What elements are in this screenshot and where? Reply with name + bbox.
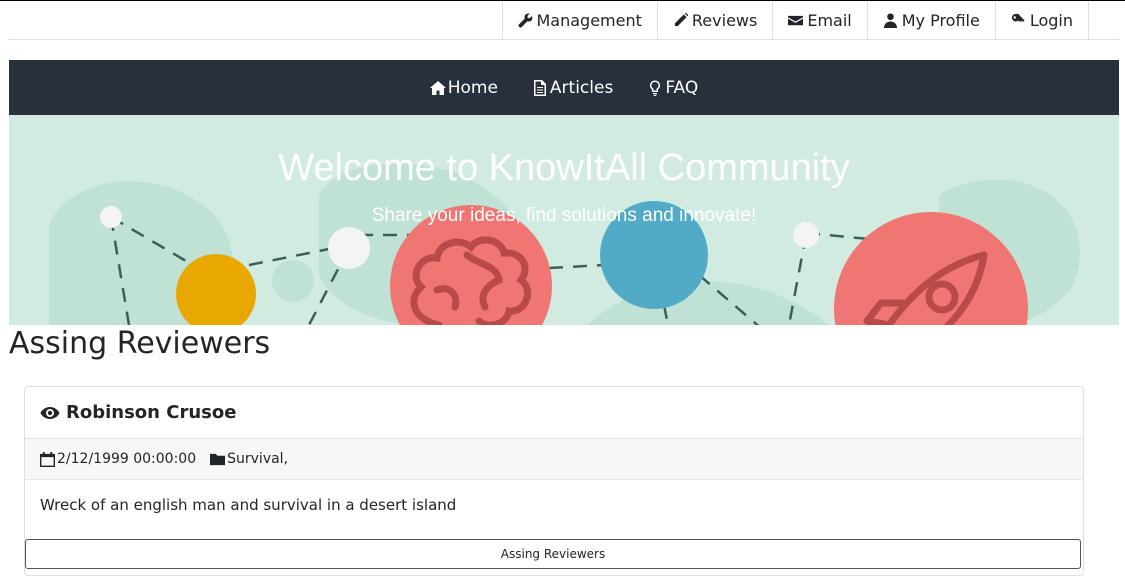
calendar-icon xyxy=(40,451,55,467)
lightbulb-icon xyxy=(650,80,661,96)
article-meta: 2/12/1999 00:00:00 Survival, xyxy=(25,439,1083,480)
eye-icon xyxy=(40,406,60,419)
user-icon xyxy=(883,12,897,28)
nav-my-profile[interactable]: My Profile xyxy=(866,1,995,39)
nav-my-profile-label: My Profile xyxy=(901,10,980,30)
banner-title: Welcome to KnowItAll Community xyxy=(278,147,850,189)
nav-management[interactable]: Management xyxy=(501,1,657,39)
hero-banner: Welcome to KnowItAll Community Share you… xyxy=(9,115,1119,325)
key-icon xyxy=(1011,13,1025,22)
article-card: Robinson Crusoe 2/12/1999 00:00:00 Survi… xyxy=(24,386,1084,576)
nav-articles-label: Articles xyxy=(549,77,614,98)
article-date: 2/12/1999 00:00:00 xyxy=(40,451,196,467)
document-icon xyxy=(533,79,546,96)
folder-icon xyxy=(210,453,226,465)
background-hill xyxy=(587,281,829,325)
main-navigation: Home Articles FAQ xyxy=(9,60,1119,115)
nav-home[interactable]: Home xyxy=(429,77,498,98)
article-card-header: Robinson Crusoe xyxy=(25,387,1083,439)
assign-reviewers-button[interactable]: Assing Reviewers xyxy=(25,539,1081,569)
nav-login-label: Login xyxy=(1029,10,1073,30)
nav-articles[interactable]: Articles xyxy=(532,78,613,98)
article-description: Wreck of an english man and survival in … xyxy=(40,496,457,514)
small-node-mint xyxy=(272,260,314,302)
nav-reviews[interactable]: Reviews xyxy=(656,1,772,39)
article-category: Survival, xyxy=(210,451,288,467)
article-date-value: 2/12/1999 00:00:00 xyxy=(57,451,197,467)
nav-faq[interactable]: FAQ xyxy=(647,78,698,98)
nav-home-label: Home xyxy=(447,77,498,98)
top-navigation: Management Reviews Email My Profile Logi… xyxy=(9,1,1119,40)
banner-subtitle: Share your ideas, find solutions and inn… xyxy=(371,205,757,226)
nav-email[interactable]: Email xyxy=(772,1,866,39)
page-title: Assing Reviewers xyxy=(9,326,271,361)
nav-faq-label: FAQ xyxy=(665,77,699,98)
envelope-icon xyxy=(788,15,804,25)
wrench-icon xyxy=(518,13,532,27)
nav-management-label: Management xyxy=(536,10,642,30)
pencil-icon xyxy=(674,12,688,26)
article-category-value: Survival, xyxy=(227,451,289,467)
home-icon xyxy=(429,80,446,95)
nav-reviews-label: Reviews xyxy=(691,10,758,30)
small-node-2 xyxy=(328,227,370,269)
nav-email-label: Email xyxy=(807,10,852,30)
article-title: Robinson Crusoe xyxy=(66,402,237,423)
nav-login[interactable]: Login xyxy=(994,1,1089,39)
